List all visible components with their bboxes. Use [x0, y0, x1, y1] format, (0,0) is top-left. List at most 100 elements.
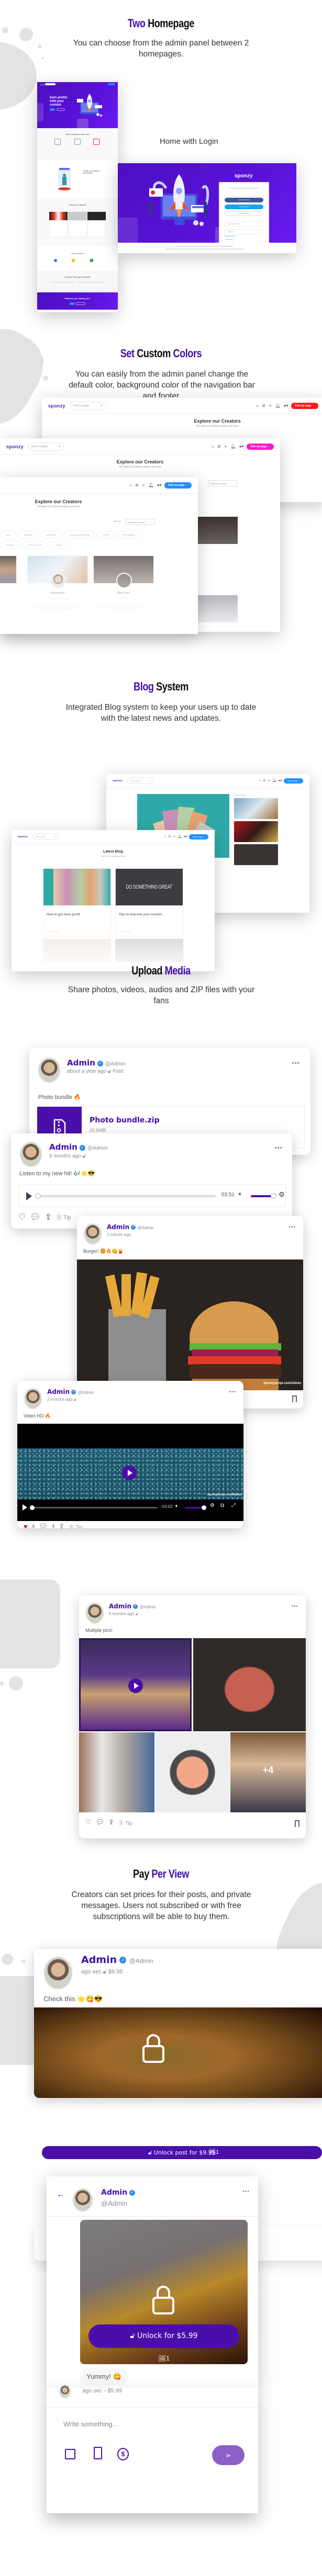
avatar[interactable] — [19, 1141, 42, 1167]
volume-slider[interactable] — [185, 1505, 206, 1510]
home-icon[interactable]: ⌂ — [259, 779, 261, 782]
edit-page-button[interactable]: Edit my page → — [247, 443, 274, 450]
back-arrow-icon[interactable]: ← — [57, 2190, 65, 2199]
pip-icon[interactable]: ⧉ — [220, 1503, 224, 1508]
avatar-menu[interactable]: ●▾ — [239, 444, 244, 449]
audio-seek-bar[interactable] — [35, 1193, 216, 1199]
avatar[interactable] — [83, 1223, 102, 1245]
bookmark-icon[interactable] — [295, 1820, 299, 1827]
bell-icon[interactable]: 🔔︎ — [148, 483, 153, 487]
like-icon[interactable]: ♡ — [85, 1818, 92, 1826]
login-google-button[interactable]: Login with Google — [225, 211, 263, 216]
login-facebook-button[interactable]: Login with Facebook — [225, 198, 263, 202]
avatar-menu[interactable]: ●▾ — [184, 835, 187, 838]
unlock-post-button[interactable]: 🔓︎ Unlock post for $9.95 — [42, 2146, 322, 2159]
side-creator-card[interactable] — [234, 844, 278, 865]
gallery-image-chef[interactable]: +4 — [230, 1732, 306, 1812]
author-name[interactable]: Admin — [47, 1388, 70, 1395]
unlock-message-button[interactable]: 🔓︎ Unlock for $5.99 — [88, 2324, 239, 2348]
tip-button[interactable]: Ⓢ Tip — [56, 1213, 71, 1221]
more-options-icon[interactable]: ••• — [292, 1059, 300, 1066]
password-field[interactable]: Password — [225, 229, 263, 234]
attach-zip-icon[interactable] — [94, 2447, 102, 2459]
gallery-image-podcast[interactable] — [79, 1732, 154, 1812]
video-play-button[interactable] — [122, 1466, 137, 1480]
avatar[interactable] — [24, 1388, 42, 1410]
explore-icon[interactable]: ⊘ — [168, 835, 171, 838]
avatar-menu[interactable]: ●▾ — [157, 483, 162, 487]
share-icon[interactable]: ⇪ — [108, 1818, 114, 1826]
author-name[interactable]: Admin — [109, 1603, 131, 1610]
creator-search-input[interactable]: Find a creator ⚲ — [27, 442, 64, 451]
login-twitter-button[interactable]: Login with Twitter — [225, 205, 263, 209]
comment-icon[interactable]: 💬︎ — [96, 1818, 105, 1826]
gallery-image-drink[interactable] — [155, 1732, 230, 1812]
like-icon[interactable]: ♡ — [18, 1212, 26, 1222]
volume-icon[interactable]: 🔈︎ — [175, 1503, 179, 1509]
send-icon[interactable]: ➢ — [224, 444, 228, 449]
explore-icon[interactable]: ⊘ — [135, 483, 139, 487]
avatar-menu[interactable]: ●▾ — [279, 779, 282, 782]
bell-icon[interactable]: 🔔︎ — [230, 444, 236, 449]
home-icon[interactable]: ⌂ — [212, 444, 214, 449]
like-icon[interactable]: ♥ — [24, 1523, 28, 1529]
username-field[interactable]: Username or Email — [225, 221, 263, 226]
explore-icon[interactable]: ⊘ — [263, 779, 265, 782]
play-icon[interactable] — [23, 1504, 27, 1511]
play-icon[interactable] — [26, 1192, 32, 1200]
settings-icon[interactable]: ⚙ — [279, 1190, 285, 1199]
author-name[interactable]: Admin — [49, 1142, 77, 1152]
video-play-button[interactable] — [128, 1678, 143, 1693]
bell-icon[interactable]: 🔔︎ — [177, 835, 182, 838]
creator-search-input[interactable]: Find a creator ⚲ — [32, 834, 60, 839]
bell-icon[interactable]: 🔔︎ — [272, 779, 276, 782]
send-icon[interactable]: ➢ — [142, 483, 146, 487]
avatar[interactable] — [85, 1602, 104, 1624]
gallery-image-basketball[interactable] — [79, 1638, 192, 1731]
volume-slider[interactable] — [251, 1193, 276, 1199]
explore-icon[interactable]: ⊘ — [217, 444, 221, 449]
remember-me-checkbox[interactable]: Remember me — [226, 239, 235, 241]
explore-icon[interactable]: ⊘ — [262, 403, 265, 408]
fullscreen-icon[interactable]: ⤢ — [231, 1503, 236, 1508]
author-name[interactable]: Admin — [107, 1223, 129, 1231]
forgot-password-link[interactable]: Forgot Password? — [225, 235, 235, 237]
message-input[interactable]: Write something... — [63, 2420, 118, 2428]
creator-search-input[interactable]: Find a creator ⚲ — [69, 401, 106, 410]
volume-icon[interactable]: 🔈︎ — [239, 1191, 242, 1198]
creator-search-input[interactable]: Find a creator ⚲ — [127, 778, 154, 784]
home-icon[interactable]: ⌂ — [129, 483, 132, 487]
author-name[interactable]: Admin — [101, 2188, 127, 2197]
avatar-menu[interactable]: ●▾ — [284, 403, 288, 408]
send-icon[interactable]: ➢ — [269, 403, 272, 408]
tip-button[interactable]: Ⓢ Tip — [69, 1523, 82, 1529]
send-icon[interactable]: ➢ — [173, 835, 175, 838]
gallery-image-steak[interactable] — [193, 1638, 306, 1731]
avatar[interactable] — [72, 2188, 93, 2212]
comment-icon[interactable]: 💬︎ — [39, 1522, 48, 1528]
home-icon[interactable]: ⌂ — [256, 403, 259, 408]
edit-page-button[interactable]: Edit my page → — [189, 834, 208, 839]
more-options-icon[interactable]: ••• — [291, 1604, 298, 1609]
comment-icon[interactable]: 💬︎ — [30, 1212, 40, 1222]
avatar[interactable] — [43, 1956, 73, 1990]
attach-image-icon[interactable] — [65, 2449, 75, 2459]
author-name[interactable]: Admin — [81, 1954, 117, 1966]
bookmark-icon[interactable] — [292, 1395, 297, 1402]
share-icon[interactable]: ⇪ — [45, 1212, 52, 1222]
avatar[interactable] — [38, 1057, 61, 1083]
edit-page-button[interactable]: Edit my page → — [284, 778, 303, 784]
send-icon[interactable]: ➢ — [268, 779, 270, 782]
more-options-icon[interactable]: ••• — [288, 1224, 296, 1230]
send-button[interactable]: ➢ — [212, 2445, 245, 2465]
home-icon[interactable]: ⌂ — [164, 835, 166, 838]
side-creator-card[interactable] — [234, 821, 278, 842]
settings-icon[interactable]: ⚙ — [210, 1503, 215, 1508]
edit-page-button[interactable]: Edit my page → — [164, 482, 192, 489]
bell-icon[interactable]: 🔔︎ — [275, 403, 280, 408]
share-icon[interactable]: ⇪ — [59, 1522, 64, 1528]
filter-select[interactable]: Featured Creators — [208, 480, 237, 486]
more-options-icon[interactable]: ••• — [242, 2189, 250, 2195]
author-name[interactable]: Admin — [67, 1058, 95, 1068]
video-seek-bar[interactable] — [29, 1505, 158, 1510]
